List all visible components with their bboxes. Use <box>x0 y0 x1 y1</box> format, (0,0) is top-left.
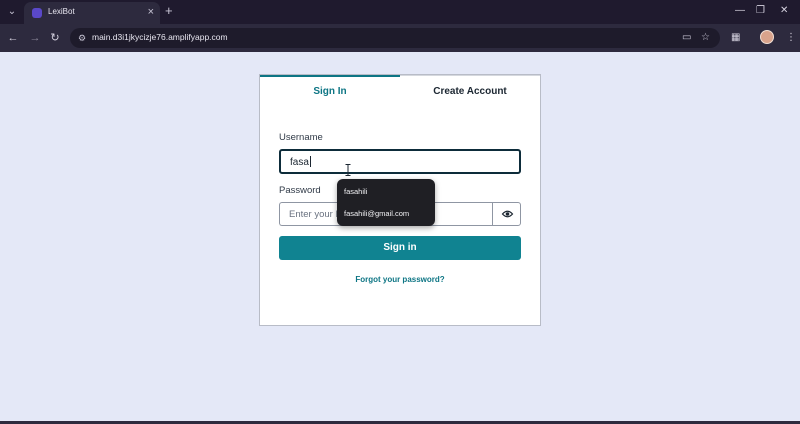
show-password-button[interactable] <box>492 202 521 226</box>
autofill-suggestion[interactable]: fasahili <box>344 187 367 196</box>
favicon-icon <box>32 8 42 18</box>
address-bar[interactable]: ⚙ main.d3i1jkycizje76.amplifyapp.com ▭ ☆ <box>70 28 720 48</box>
autofill-dropdown: fasahili fasahili@gmail.com <box>337 179 435 226</box>
cast-icon[interactable]: ▭ <box>682 31 691 45</box>
eye-icon <box>501 210 514 218</box>
browser-tab-strip: ⌄ LexiBot × + — ❐ ✕ <box>0 0 800 24</box>
password-label: Password <box>279 185 321 196</box>
restore-icon[interactable]: ❐ <box>756 5 765 17</box>
tab-sign-in[interactable]: Sign In <box>260 75 400 107</box>
autofill-suggestion[interactable]: fasahili@gmail.com <box>344 209 409 218</box>
url-text[interactable]: main.d3i1jkycizje76.amplifyapp.com <box>92 32 228 42</box>
window-close-icon[interactable]: ✕ <box>780 5 788 17</box>
extensions-icon[interactable]: ▦ <box>731 30 740 46</box>
forward-arrow-icon[interactable]: → <box>27 30 43 46</box>
back-arrow-icon[interactable]: ← <box>5 30 21 46</box>
username-input[interactable]: fasa <box>279 149 521 174</box>
text-cursor-icon <box>345 164 351 176</box>
site-info-icon[interactable]: ⚙ <box>78 31 90 45</box>
close-icon[interactable]: × <box>148 5 154 19</box>
plus-icon[interactable]: + <box>165 3 173 19</box>
tab-title: LexiBot <box>48 7 75 16</box>
minimize-icon[interactable]: — <box>735 5 745 17</box>
tab-search-icon[interactable]: ⌄ <box>4 4 20 20</box>
profile-avatar[interactable] <box>760 30 774 44</box>
forgot-password-link[interactable]: Forgot your password? <box>260 275 540 284</box>
reload-icon[interactable]: ↻ <box>47 30 63 46</box>
menu-dots-icon[interactable]: ⋮ <box>786 30 796 46</box>
browser-tab[interactable]: LexiBot × <box>24 2 160 24</box>
bookmark-star-icon[interactable]: ☆ <box>701 31 710 45</box>
sign-in-button[interactable]: Sign in <box>279 236 521 260</box>
username-label: Username <box>279 132 323 143</box>
text-caret <box>309 156 311 167</box>
username-value: fasa <box>290 157 309 168</box>
browser-toolbar: ← → ↻ ⚙ main.d3i1jkycizje76.amplifyapp.c… <box>0 24 800 52</box>
tab-create-account[interactable]: Create Account <box>400 75 540 107</box>
auth-tabs: Sign In Create Account <box>260 75 540 107</box>
